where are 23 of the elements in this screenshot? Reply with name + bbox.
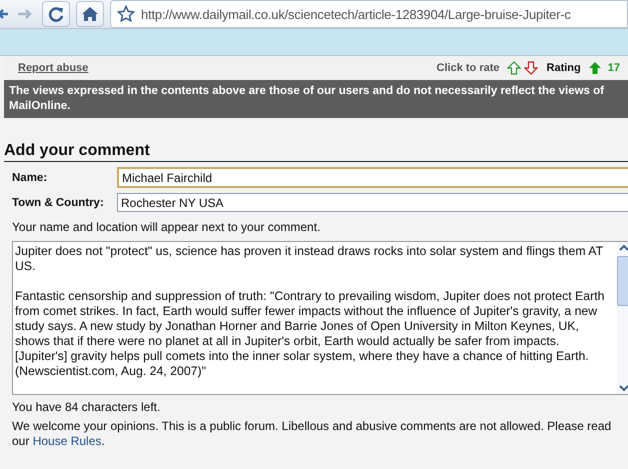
reload-icon [47, 5, 65, 23]
rating-count: 17 [608, 62, 620, 74]
scroll-bar[interactable] [617, 242, 628, 394]
rating-label: Rating [546, 62, 581, 74]
report-abuse-link[interactable]: Report abuse [18, 62, 88, 74]
reload-button[interactable] [42, 1, 70, 27]
house-rules-link[interactable]: House Rules [32, 434, 102, 448]
field-hint: Your name and location will appear next to your comment. [12, 220, 322, 234]
address-bar[interactable]: http://www.dailymail.co.uk/sciencetech/article-1283904/Large-bruise-Jupiter-c [110, 0, 628, 28]
home-button[interactable] [76, 1, 104, 27]
characters-left-text: You have 84 characters left. [12, 400, 162, 414]
field-label: Town & Country: [12, 196, 105, 208]
policy-text: We welcome your opinions. This is a public forum. Libellous and abusive comments are not allowed. Please read our House Rules. [12, 419, 612, 449]
comment-text-area[interactable]: Jupiter does not "protect" us, science has proven it instead draws rocks into solar system and flings them AT US. Fantastic censorship and suppression of truth: "Contrary to prevailing wisdom, Jupiter does not protect Earth from comet strikes. In fact, Earth would suffer fewer impacts without the influence of Jupiter's gravity, a new study says. A new study by Jonathan Horner and Barrie Jones of Open University in Milton Keynes, UK, shows that if there were no planet at all in Jupiter's orbit, Earth would actually be safer from impacts. [Jupiter's] gravity helps pull comets into the inner solar system, where they have a chance of hitting Earth. (Newscientist.com, Aug. 24, 2007)" [12, 241, 628, 395]
input-field[interactable]: Rochester NY USA [117, 193, 628, 212]
star-icon[interactable] [117, 5, 135, 23]
input-field[interactable]: Michael Fairchild [117, 167, 628, 188]
up-arrow-icon [588, 61, 602, 75]
home-icon [81, 5, 99, 23]
disclaimer-banner: The views expressed in the contents above are those of our users and do not necessarily reflect the views of MailOnline. [4, 80, 628, 118]
url-text: http://www.dailymail.co.uk/sciencetech/article-1283904/Large-bruise-Jupiter-c [141, 6, 571, 22]
field-label: Name: [12, 172, 48, 184]
click-to-rate-label: Click to rate [436, 62, 500, 74]
